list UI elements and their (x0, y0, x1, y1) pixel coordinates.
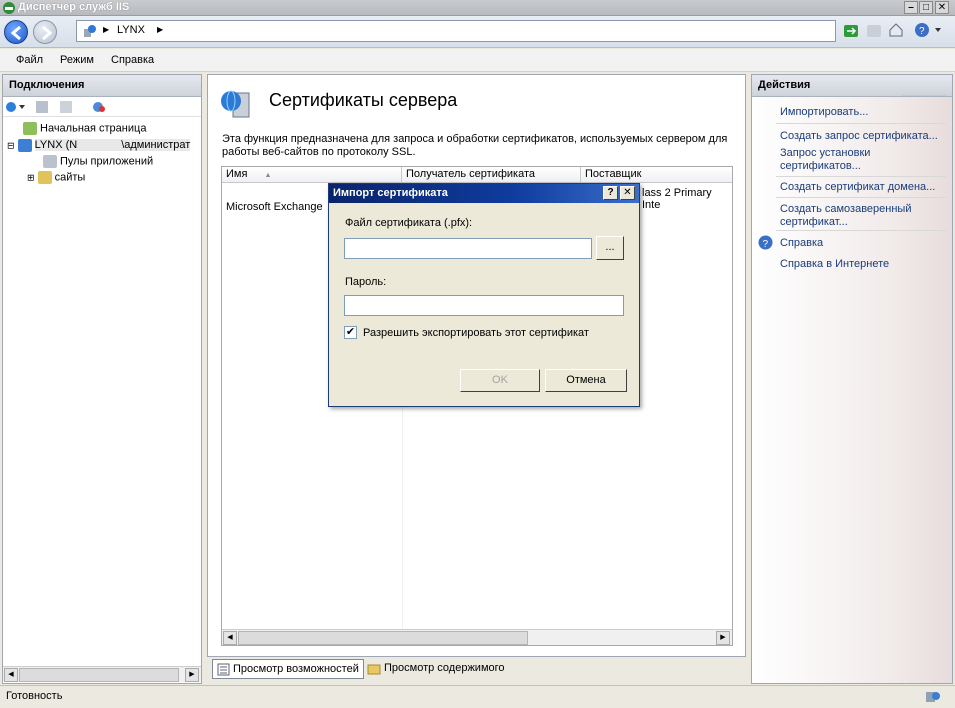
dialog-title-bar: Импорт сертификата (329, 184, 639, 203)
table-scroll-left[interactable]: ◀ (223, 631, 237, 645)
features-view-icon (217, 663, 230, 676)
address-separator: ▶ (103, 25, 110, 34)
menu-bar: Файл Режим Справка (0, 49, 955, 72)
column-header-name[interactable]: Имя ▲ (222, 167, 402, 183)
server-certificates-icon (221, 90, 250, 118)
action-create-request[interactable]: Создать запрос сертификата... (780, 130, 950, 143)
back-button[interactable] (4, 20, 28, 44)
menu-help[interactable]: Справка (111, 54, 154, 66)
connections-pane: Подключения Начальная страница ⊟ LYNX (N… (2, 74, 202, 684)
address-row: ▶ LYNX ▶ ? (0, 16, 955, 48)
menu-file[interactable]: Файл (16, 54, 43, 66)
stop-icon[interactable] (866, 23, 882, 39)
cancel-button[interactable]: Отмена (545, 369, 627, 392)
network-status-icon (926, 692, 940, 702)
refresh-icon[interactable] (843, 23, 859, 39)
forward-arrow-icon (42, 25, 53, 41)
svg-text:?: ? (763, 239, 769, 250)
file-label: Файл сертификата (.pfx): (345, 217, 473, 229)
table-scroll-thumb[interactable] (238, 631, 528, 645)
maximize-button[interactable]: □ (919, 1, 933, 14)
status-text: Готовность (6, 690, 63, 702)
table-row-name[interactable]: Microsoft Exchange (226, 201, 323, 213)
dialog-title: Импорт сертификата (333, 187, 448, 199)
page-description: Эта функция предназначена для запроса и … (222, 133, 728, 158)
scroll-right-arrow[interactable]: ▶ (185, 668, 199, 682)
window-title: Диспетчер служб IIS (18, 1, 130, 13)
forward-button[interactable] (33, 20, 57, 44)
address-bar[interactable]: ▶ LYNX ▶ (76, 20, 836, 42)
sites-folder-icon (37, 171, 52, 184)
address-crumb-chevron[interactable]: ▶ (157, 25, 163, 34)
view-tabs: Просмотр возможностей Просмотр содержимо… (207, 657, 746, 681)
tab-features-view[interactable]: Просмотр возможностей (212, 659, 364, 679)
title-bar: Диспетчер служб IIS – □ ✕ (0, 0, 955, 16)
dialog-close-button[interactable]: ✕ (620, 186, 635, 200)
help-icon[interactable]: ? (914, 22, 930, 38)
table-hscrollbar[interactable]: ◀ ▶ (222, 629, 732, 645)
connections-hscrollbar[interactable]: ◀ ▶ (3, 666, 201, 682)
tree-item-sites[interactable]: ⊞ сайты (27, 171, 85, 184)
menu-view[interactable]: Режим (60, 54, 94, 66)
svg-text:?: ? (919, 26, 925, 37)
sort-asc-icon: ▲ (264, 172, 272, 179)
actions-title: Действия (752, 75, 952, 97)
password-label: Пароль: (345, 276, 387, 288)
action-create-self-signed[interactable]: Создать самозаверенный сертификат... (780, 203, 930, 229)
column-header-subject[interactable]: Получатель сертификата (402, 167, 581, 183)
back-arrow-icon (10, 25, 21, 41)
help-circle-icon: ? (758, 235, 773, 250)
browse-button[interactable]: ... (596, 236, 624, 260)
tree-item-app-pools[interactable]: Пулы приложений (43, 155, 153, 168)
tree-collapse-toggle[interactable]: ⊟ (7, 140, 15, 150)
close-window-button[interactable]: ✕ (935, 1, 949, 14)
certificate-file-input[interactable] (344, 238, 592, 259)
content-view-icon (367, 664, 381, 675)
tab-content-view[interactable]: Просмотр содержимого (364, 659, 514, 679)
connections-title: Подключения (3, 75, 201, 97)
export-checkbox[interactable]: ✔ (344, 326, 357, 339)
action-import[interactable]: Импортировать... (780, 106, 868, 119)
connect-icon[interactable] (5, 100, 27, 114)
status-bar: Готовность (0, 685, 955, 708)
table-row-issuer[interactable]: lass 2 Primary Inte (642, 187, 732, 211)
table-scroll-right[interactable]: ▶ (716, 631, 730, 645)
tree-item-server[interactable]: ⊟ LYNX (N \администрат (7, 139, 191, 152)
action-online-help[interactable]: Справка в Интернете (780, 258, 889, 271)
action-help[interactable]: Справка (780, 237, 823, 250)
server-globe-icon (84, 25, 96, 37)
save-icon[interactable] (35, 100, 49, 114)
disconnect-icon[interactable] (91, 100, 107, 114)
column-header-issuer[interactable]: Поставщик (581, 167, 732, 183)
up-level-icon[interactable] (59, 100, 73, 114)
action-create-domain-cert[interactable]: Создать сертификат домена... (780, 181, 950, 194)
export-checkbox-label[interactable]: Разрешить экспортировать этот сертификат (363, 327, 589, 339)
home-page-icon (23, 122, 37, 135)
action-complete-request[interactable]: Запрос установки сертификатов... (780, 147, 890, 173)
actions-pane: Действия Импортировать... Создать запрос… (751, 74, 953, 684)
scroll-left-arrow[interactable]: ◀ (4, 668, 18, 682)
server-icon (17, 139, 32, 152)
scroll-thumb[interactable] (19, 668, 179, 682)
dialog-help-button[interactable]: ? (603, 186, 618, 200)
minimize-button[interactable]: – (904, 1, 918, 14)
app-pool-icon (43, 155, 57, 168)
import-certificate-dialog: Импорт сертификата ? ✕ Файл сертификата … (328, 183, 640, 407)
ok-button[interactable]: OK (460, 369, 540, 392)
iis-app-icon (3, 2, 15, 14)
password-input[interactable] (344, 295, 624, 316)
tree-item-home[interactable]: Начальная страница (23, 122, 146, 135)
home-icon[interactable] (888, 22, 904, 38)
connections-toolbar (3, 97, 201, 117)
page-title: Сертификаты сервера (269, 90, 458, 110)
address-crumb-lynx[interactable]: LYNX (117, 24, 145, 36)
chevron-down-icon[interactable] (934, 26, 942, 34)
tree-expand-toggle[interactable]: ⊞ (27, 172, 35, 182)
